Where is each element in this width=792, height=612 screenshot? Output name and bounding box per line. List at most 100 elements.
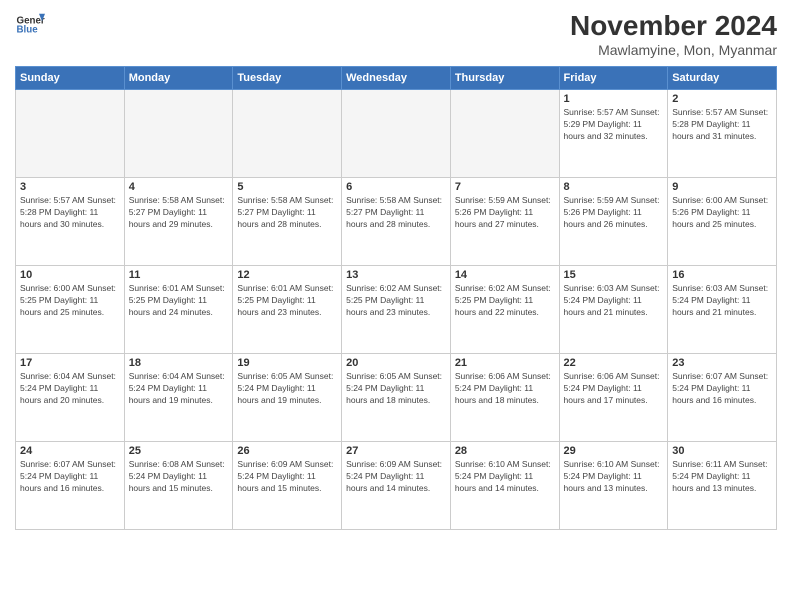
calendar-week-0: 1 Sunrise: 5:57 AM Sunset: 5:29 PM Daylig… <box>16 90 777 178</box>
day-info: Sunrise: 5:57 AM Sunset: 5:28 PM Dayligh… <box>672 107 772 143</box>
table-row: 24 Sunrise: 6:07 AM Sunset: 5:24 PM Dayli… <box>16 442 125 530</box>
table-row: 16 Sunrise: 6:03 AM Sunset: 5:24 PM Dayli… <box>668 266 777 354</box>
table-row: 20 Sunrise: 6:05 AM Sunset: 5:24 PM Dayli… <box>342 354 451 442</box>
day-number: 29 <box>564 445 664 457</box>
day-number: 20 <box>346 357 446 369</box>
table-row: 10 Sunrise: 6:00 AM Sunset: 5:25 PM Dayli… <box>16 266 125 354</box>
table-row: 8 Sunrise: 5:59 AM Sunset: 5:26 PM Daylig… <box>559 178 668 266</box>
calendar-header-row: Sunday Monday Tuesday Wednesday Thursday… <box>16 67 777 90</box>
col-sunday: Sunday <box>16 67 125 90</box>
day-number: 16 <box>672 269 772 281</box>
day-number: 12 <box>237 269 337 281</box>
day-number: 10 <box>20 269 120 281</box>
day-info: Sunrise: 6:03 AM Sunset: 5:24 PM Dayligh… <box>672 283 772 319</box>
table-row: 4 Sunrise: 5:58 AM Sunset: 5:27 PM Daylig… <box>124 178 233 266</box>
table-row: 15Sunrise: 6:03 AM Sunset: 5:24 PM Dayli… <box>559 266 668 354</box>
table-row: 17 Sunrise: 6:04 AM Sunset: 5:24 PM Dayli… <box>16 354 125 442</box>
logo: General Blue <box>15 10 45 40</box>
table-row: 14Sunrise: 6:02 AM Sunset: 5:25 PM Dayli… <box>450 266 559 354</box>
day-info: Sunrise: 5:57 AM Sunset: 5:28 PM Dayligh… <box>20 195 120 231</box>
day-info: Sunrise: 6:01 AM Sunset: 5:25 PM Dayligh… <box>129 283 229 319</box>
day-number: 2 <box>672 93 772 105</box>
day-number: 22 <box>564 357 664 369</box>
table-row: 1 Sunrise: 5:57 AM Sunset: 5:29 PM Daylig… <box>559 90 668 178</box>
table-row: 18 Sunrise: 6:04 AM Sunset: 5:24 PM Dayli… <box>124 354 233 442</box>
day-number: 25 <box>129 445 229 457</box>
svg-text:Blue: Blue <box>17 25 39 36</box>
day-info: Sunrise: 5:57 AM Sunset: 5:29 PM Dayligh… <box>564 107 664 143</box>
day-info: Sunrise: 5:59 AM Sunset: 5:26 PM Dayligh… <box>455 195 555 231</box>
day-number: 9 <box>672 181 772 193</box>
day-info: Sunrise: 6:01 AM Sunset: 5:25 PM Dayligh… <box>237 283 337 319</box>
table-row: 27 Sunrise: 6:09 AM Sunset: 5:24 PM Dayli… <box>342 442 451 530</box>
calendar-week-4: 24 Sunrise: 6:07 AM Sunset: 5:24 PM Dayli… <box>16 442 777 530</box>
day-number: 14 <box>455 269 555 281</box>
day-number: 28 <box>455 445 555 457</box>
day-number: 8 <box>564 181 664 193</box>
day-info: Sunrise: 6:10 AM Sunset: 5:24 PM Dayligh… <box>455 459 555 495</box>
col-saturday: Saturday <box>668 67 777 90</box>
calendar-body: 1 Sunrise: 5:57 AM Sunset: 5:29 PM Daylig… <box>16 90 777 530</box>
day-number: 11 <box>129 269 229 281</box>
col-thursday: Thursday <box>450 67 559 90</box>
table-row: 29 Sunrise: 6:10 AM Sunset: 5:24 PM Dayli… <box>559 442 668 530</box>
day-number: 17 <box>20 357 120 369</box>
table-row: 12 Sunrise: 6:01 AM Sunset: 5:25 PM Dayli… <box>233 266 342 354</box>
table-row <box>342 90 451 178</box>
calendar-table: Sunday Monday Tuesday Wednesday Thursday… <box>15 66 777 530</box>
day-info: Sunrise: 5:59 AM Sunset: 5:26 PM Dayligh… <box>564 195 664 231</box>
day-number: 13 <box>346 269 446 281</box>
day-number: 30 <box>672 445 772 457</box>
col-wednesday: Wednesday <box>342 67 451 90</box>
header: General Blue November 2024 Mawlamyine, M… <box>15 10 777 58</box>
table-row <box>233 90 342 178</box>
table-row: 22Sunrise: 6:06 AM Sunset: 5:24 PM Dayli… <box>559 354 668 442</box>
calendar-week-2: 10 Sunrise: 6:00 AM Sunset: 5:25 PM Dayli… <box>16 266 777 354</box>
calendar-week-3: 17 Sunrise: 6:04 AM Sunset: 5:24 PM Dayli… <box>16 354 777 442</box>
table-row: 21Sunrise: 6:06 AM Sunset: 5:24 PM Dayli… <box>450 354 559 442</box>
col-friday: Friday <box>559 67 668 90</box>
day-info: Sunrise: 6:05 AM Sunset: 5:24 PM Dayligh… <box>237 371 337 407</box>
day-info: Sunrise: 6:04 AM Sunset: 5:24 PM Dayligh… <box>20 371 120 407</box>
table-row: 26Sunrise: 6:09 AM Sunset: 5:24 PM Dayli… <box>233 442 342 530</box>
col-monday: Monday <box>124 67 233 90</box>
table-row <box>16 90 125 178</box>
table-row: 3Sunrise: 5:57 AM Sunset: 5:28 PM Daylig… <box>16 178 125 266</box>
table-row: 2 Sunrise: 5:57 AM Sunset: 5:28 PM Daylig… <box>668 90 777 178</box>
day-info: Sunrise: 6:04 AM Sunset: 5:24 PM Dayligh… <box>129 371 229 407</box>
calendar-week-1: 3Sunrise: 5:57 AM Sunset: 5:28 PM Daylig… <box>16 178 777 266</box>
day-number: 18 <box>129 357 229 369</box>
month-title: November 2024 <box>570 10 777 42</box>
day-number: 21 <box>455 357 555 369</box>
table-row: 6Sunrise: 5:58 AM Sunset: 5:27 PM Daylig… <box>342 178 451 266</box>
day-info: Sunrise: 6:00 AM Sunset: 5:25 PM Dayligh… <box>20 283 120 319</box>
table-row: 19Sunrise: 6:05 AM Sunset: 5:24 PM Dayli… <box>233 354 342 442</box>
title-area: November 2024 Mawlamyine, Mon, Myanmar <box>570 10 777 58</box>
day-number: 1 <box>564 93 664 105</box>
day-info: Sunrise: 6:09 AM Sunset: 5:24 PM Dayligh… <box>237 459 337 495</box>
day-info: Sunrise: 6:00 AM Sunset: 5:26 PM Dayligh… <box>672 195 772 231</box>
day-info: Sunrise: 6:10 AM Sunset: 5:24 PM Dayligh… <box>564 459 664 495</box>
page: General Blue November 2024 Mawlamyine, M… <box>0 0 792 612</box>
day-info: Sunrise: 6:07 AM Sunset: 5:24 PM Dayligh… <box>672 371 772 407</box>
day-info: Sunrise: 6:09 AM Sunset: 5:24 PM Dayligh… <box>346 459 446 495</box>
day-info: Sunrise: 5:58 AM Sunset: 5:27 PM Dayligh… <box>346 195 446 231</box>
table-row <box>124 90 233 178</box>
day-number: 27 <box>346 445 446 457</box>
day-number: 24 <box>20 445 120 457</box>
day-number: 4 <box>129 181 229 193</box>
location: Mawlamyine, Mon, Myanmar <box>570 42 777 58</box>
day-info: Sunrise: 6:07 AM Sunset: 5:24 PM Dayligh… <box>20 459 120 495</box>
table-row: 11 Sunrise: 6:01 AM Sunset: 5:25 PM Dayli… <box>124 266 233 354</box>
table-row: 23Sunrise: 6:07 AM Sunset: 5:24 PM Dayli… <box>668 354 777 442</box>
table-row: 5Sunrise: 5:58 AM Sunset: 5:27 PM Daylig… <box>233 178 342 266</box>
table-row: 30 Sunrise: 6:11 AM Sunset: 5:24 PM Dayli… <box>668 442 777 530</box>
day-number: 7 <box>455 181 555 193</box>
day-info: Sunrise: 5:58 AM Sunset: 5:27 PM Dayligh… <box>129 195 229 231</box>
table-row: 25 Sunrise: 6:08 AM Sunset: 5:24 PM Dayli… <box>124 442 233 530</box>
day-info: Sunrise: 6:03 AM Sunset: 5:24 PM Dayligh… <box>564 283 664 319</box>
day-info: Sunrise: 6:05 AM Sunset: 5:24 PM Dayligh… <box>346 371 446 407</box>
day-info: Sunrise: 6:08 AM Sunset: 5:24 PM Dayligh… <box>129 459 229 495</box>
day-info: Sunrise: 6:11 AM Sunset: 5:24 PM Dayligh… <box>672 459 772 495</box>
day-info: Sunrise: 5:58 AM Sunset: 5:27 PM Dayligh… <box>237 195 337 231</box>
